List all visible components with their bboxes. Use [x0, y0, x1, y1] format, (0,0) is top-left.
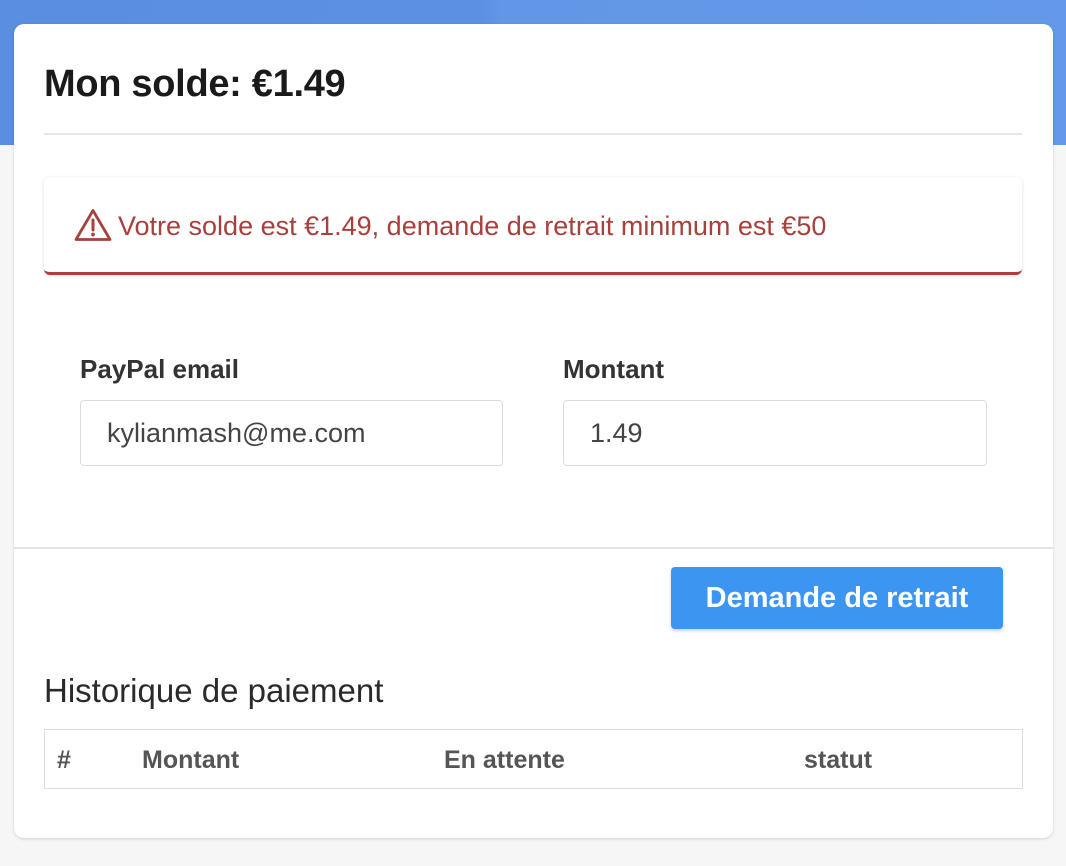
payment-history-table: # Montant En attente statut	[44, 729, 1023, 789]
title-divider	[44, 133, 1022, 135]
column-header-amount: Montant	[142, 746, 240, 774]
alert-message: Votre solde est €1.49, demande de retrai…	[118, 211, 827, 241]
column-header-status: statut	[804, 746, 873, 774]
warning-triangle-icon	[74, 209, 112, 241]
paypal-email-label: PayPal email	[80, 354, 239, 384]
column-header-number: #	[57, 746, 71, 774]
minimum-withdrawal-alert: Votre solde est €1.49, demande de retrai…	[44, 177, 1022, 275]
payment-history-title: Historique de paiement	[44, 672, 384, 709]
balance-title: Mon solde: €1.49	[44, 63, 346, 105]
withdraw-request-button[interactable]: Demande de retrait	[671, 567, 1003, 629]
balance-card: Mon solde: €1.49 Votre solde est €1.49, …	[14, 24, 1053, 838]
column-header-pending: En attente	[444, 746, 565, 774]
paypal-email-input[interactable]	[80, 400, 503, 466]
form-divider	[14, 547, 1053, 549]
amount-input[interactable]	[563, 400, 987, 466]
amount-label: Montant	[563, 354, 665, 384]
